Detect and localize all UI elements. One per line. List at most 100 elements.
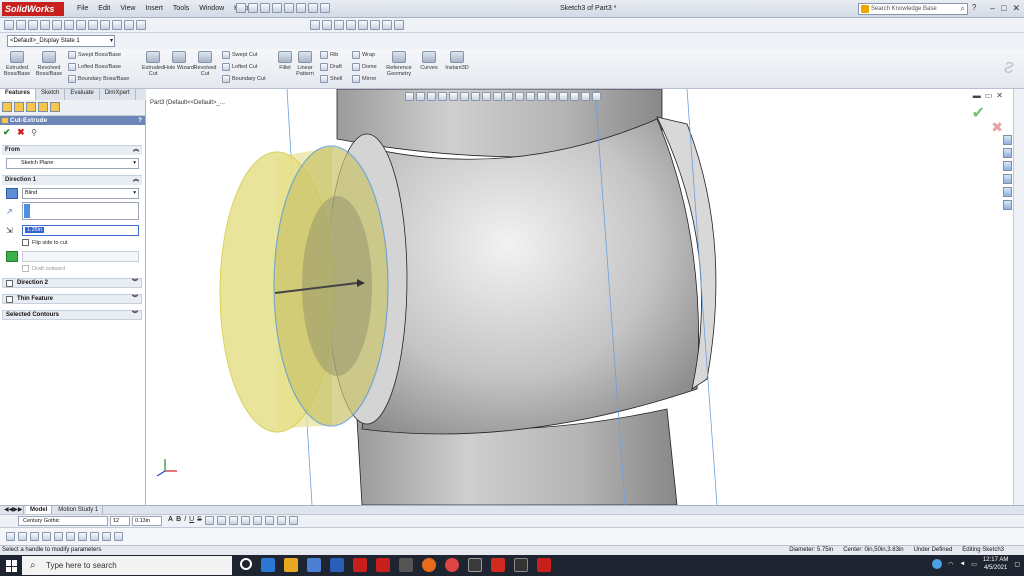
solidworks-2-icon[interactable]: [376, 558, 390, 572]
custom-properties-icon[interactable]: [1003, 200, 1012, 210]
tab-nav-arrows[interactable]: ◀◀▶▶: [0, 506, 24, 514]
display-manager-icon[interactable]: [50, 102, 60, 112]
symbol-icon[interactable]: [288, 516, 298, 525]
apply-scene-icon[interactable]: [493, 92, 502, 101]
flip-side-checkbox[interactable]: Flip side to cut: [22, 239, 138, 246]
swept-boss-button[interactable]: Swept Boss/Base: [68, 49, 129, 61]
italic-button[interactable]: I: [184, 516, 186, 525]
knowledge-search-input[interactable]: Search Knowledge Base ⌕: [858, 3, 968, 15]
appearance-icon[interactable]: [394, 20, 404, 30]
dimension-icon[interactable]: [114, 532, 123, 541]
color-display-icon[interactable]: [78, 532, 87, 541]
help-tray-icon[interactable]: [932, 559, 943, 569]
tab-evaluate[interactable]: Evaluate: [65, 89, 100, 100]
align-left-icon[interactable]: [204, 516, 214, 525]
draft-on-off-icon[interactable]: [6, 251, 18, 262]
dimxpert-manager-icon[interactable]: [38, 102, 48, 112]
linear-pattern-button[interactable]: Linear Pattern: [290, 51, 320, 77]
pushpin-icon[interactable]: ⚲: [31, 128, 37, 137]
lofted-cut-button[interactable]: Lofted Cut: [222, 61, 266, 73]
end-condition-select[interactable]: Blind ▾: [22, 188, 139, 199]
confirm-check-icon[interactable]: ✔: [972, 103, 985, 123]
draft-outward-checkbox[interactable]: Draft outward: [22, 265, 138, 272]
section-view-icon[interactable]: [382, 20, 392, 30]
menu-tools[interactable]: Tools: [168, 3, 194, 14]
print-icon[interactable]: [272, 3, 282, 13]
app-icon[interactable]: [399, 558, 413, 572]
help-icon[interactable]: ?: [138, 116, 142, 125]
selected-contours-section[interactable]: Selected Contours ︾: [2, 310, 142, 320]
tab-model[interactable]: Model: [25, 506, 53, 514]
store-icon[interactable]: [307, 558, 321, 572]
revolved-boss-button[interactable]: Revolved Boss/Base: [34, 51, 64, 77]
edit-appearance-icon[interactable]: [482, 92, 491, 101]
shell-button[interactable]: Shell: [320, 73, 342, 85]
pattern-icon[interactable]: [124, 20, 134, 30]
previous-view-icon[interactable]: [427, 92, 436, 101]
zoom-to-fit-icon[interactable]: [405, 92, 414, 101]
minimize-button[interactable]: –: [990, 3, 995, 14]
maximize-button[interactable]: □: [1001, 3, 1006, 14]
spline-icon[interactable]: [76, 20, 86, 30]
layer-icon[interactable]: [6, 532, 15, 541]
open-icon[interactable]: [248, 3, 258, 13]
menu-file[interactable]: File: [72, 3, 93, 14]
line-color-icon[interactable]: [18, 532, 27, 541]
view-orientation-icon[interactable]: [358, 20, 368, 30]
depth-input[interactable]: 1.25in: [22, 225, 139, 236]
iso-view-icon[interactable]: [581, 92, 590, 101]
strike-button[interactable]: S: [197, 516, 202, 525]
bullet-icon[interactable]: [252, 516, 262, 525]
flyout-feature-tree[interactable]: Part3 (Default<<Default>_...: [150, 100, 225, 106]
notifications-icon[interactable]: ▢: [1014, 561, 1020, 568]
solidworks-icon[interactable]: [353, 558, 367, 572]
boundary-cut-button[interactable]: Boundary Cut: [222, 73, 266, 85]
display-state-select[interactable]: <Default>_Display State 1 ▾: [7, 35, 115, 47]
folder-icon[interactable]: [514, 558, 528, 572]
file-explorer-icon[interactable]: [284, 558, 298, 572]
grid-icon[interactable]: [102, 532, 111, 541]
boundary-boss-button[interactable]: Boundary Boss/Base: [68, 73, 129, 85]
instant3d-button[interactable]: Instant3D: [442, 51, 472, 71]
hide-edges-icon[interactable]: [54, 532, 63, 541]
solidworks-active-icon[interactable]: [537, 558, 551, 572]
offset-icon[interactable]: [100, 20, 110, 30]
number-icon[interactable]: [264, 516, 274, 525]
swept-cut-button[interactable]: Swept Cut: [222, 49, 266, 61]
arc-icon[interactable]: [64, 20, 74, 30]
direction-vector-field[interactable]: [22, 202, 139, 220]
direction2-section[interactable]: Direction 2 ︾: [2, 278, 142, 288]
feature-tree-icon[interactable]: [2, 102, 12, 112]
view-orientation-icon[interactable]: [449, 92, 458, 101]
hide-show-icon[interactable]: [471, 92, 480, 101]
extruded-boss-button[interactable]: Extruded Boss/Base: [2, 51, 32, 77]
rectangle-icon[interactable]: [40, 20, 50, 30]
line-style-icon[interactable]: [42, 532, 51, 541]
direction1-header[interactable]: Direction 1 ︽: [2, 176, 142, 185]
line-icon[interactable]: [28, 20, 38, 30]
graphics-area[interactable]: Part3 (Default<<Default>_... ▬▭✕ ✔ ✖: [147, 89, 1013, 505]
menu-view[interactable]: View: [115, 3, 140, 14]
menu-insert[interactable]: Insert: [140, 3, 168, 14]
help-button[interactable]: ?: [972, 3, 976, 12]
resources-icon[interactable]: [1003, 135, 1012, 145]
config-manager-icon[interactable]: [26, 102, 36, 112]
zoom-to-area-icon[interactable]: [416, 92, 425, 101]
speaker-icon[interactable]: ◄: [959, 561, 965, 567]
tab-motion-study[interactable]: Motion Study 1: [54, 506, 104, 514]
bold-icon[interactable]: A: [168, 516, 173, 525]
task-view-icon[interactable]: [240, 558, 252, 570]
rebuild-icon[interactable]: [308, 3, 318, 13]
display-style-icon[interactable]: [460, 92, 469, 101]
line-thickness-icon[interactable]: [30, 532, 39, 541]
taskbar-search-input[interactable]: ⌕ Type here to search: [22, 556, 232, 575]
top-view-icon[interactable]: [548, 92, 557, 101]
reference-geometry-button[interactable]: Reference Geometry: [384, 51, 414, 77]
battery-icon[interactable]: ▭: [971, 561, 977, 568]
from-header[interactable]: From ︽: [2, 146, 142, 155]
tab-sketch[interactable]: Sketch: [36, 89, 66, 100]
dome-button[interactable]: Dome: [352, 61, 377, 73]
viewer-icon[interactable]: [468, 558, 482, 572]
revolved-cut-button[interactable]: Revolved Cut: [190, 51, 220, 77]
mirror-button[interactable]: Mirror: [352, 73, 377, 85]
